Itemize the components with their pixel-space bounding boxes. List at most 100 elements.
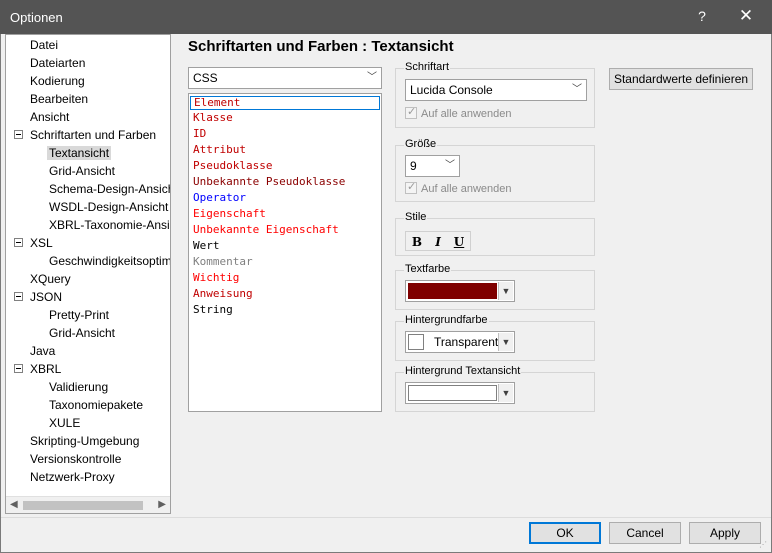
window-title: Optionen [10,10,63,25]
tree-item[interactable]: Dateiarten [6,54,170,72]
tree-item-label: Dateiarten [30,56,86,70]
tree-item-label: Grid-Ansicht [49,326,116,340]
scroll-right-icon[interactable]: ▶ [158,499,166,510]
italic-button[interactable]: I [429,234,447,250]
syntax-element-item[interactable]: Element [190,96,380,110]
tree-item-label: Schema-Design-Ansicht [49,182,171,196]
close-icon[interactable]: ✕ [736,6,756,26]
tree-item[interactable]: Grid-Ansicht [6,324,170,342]
help-icon[interactable]: ? [692,8,712,24]
syntax-element-item[interactable]: Operator [189,190,381,206]
tree-item[interactable]: WSDL-Design-Ansicht [6,198,170,216]
tree-item[interactable]: XULE [6,414,170,432]
tree-item[interactable]: XBRL [6,360,170,378]
tree-item-label: Kodierung [30,74,85,88]
tree-item[interactable]: Schriftarten und Farben [6,126,170,144]
syntax-element-item[interactable]: Pseudoklasse [189,158,381,174]
syntax-element-item[interactable]: Unbekannte Pseudoklasse [189,174,381,190]
font-select[interactable]: Lucida Console ﹀ [405,79,587,101]
tree-item[interactable]: Schema-Design-Ansicht [6,180,171,198]
tree-item[interactable]: Grid-Ansicht [6,162,170,180]
tree-item-label: Schriftarten und Farben [30,128,157,142]
syntax-element-item[interactable]: Kommentar [189,254,381,270]
collapse-icon[interactable] [14,292,23,301]
bg-color-picker[interactable]: Transparent ▼ [405,331,515,353]
bg-color-swatch [408,334,424,350]
font-apply-all-label: Auf alle anwenden [421,108,512,120]
font-group-label: Schriftart [404,61,451,73]
language-select[interactable]: CSS ﹀ [188,67,382,89]
scroll-thumb[interactable] [23,501,143,510]
cancel-button[interactable]: Cancel [609,522,681,544]
tree-item[interactable]: XSL [6,234,170,252]
font-select-value: Lucida Console [410,83,493,97]
tree-item[interactable]: Datei [6,36,170,54]
title-bar: Optionen ? ✕ [0,0,772,34]
page-title: Schriftarten und Farben : Textansicht [188,38,454,55]
tree-item[interactable]: Netzwerk-Proxy [6,468,170,486]
tree-item[interactable]: Pretty-Print [6,306,170,324]
size-group-label: Größe [404,138,438,150]
collapse-icon[interactable] [14,130,23,139]
tree-items: Datei Dateiarten Kodierung Bearbeiten Ansich… [6,36,171,486]
apply-button[interactable]: Apply [689,522,761,544]
underline-button[interactable]: U [450,234,468,250]
tree-item[interactable]: Skripting-Umgebung [6,432,170,450]
tree-item-label: Skripting-Umgebung [30,434,140,448]
tree-item-label: XBRL [30,362,62,376]
checkbox-icon [405,180,417,194]
syntax-element-item[interactable]: Wert [189,238,381,254]
checkbox-icon [405,105,417,119]
tree-item-label: Netzwerk-Proxy [30,470,115,484]
size-select[interactable]: 9 ﹀ [405,155,460,177]
tree-item[interactable]: Textansicht [6,144,170,162]
tree-item[interactable]: Ansicht [6,108,170,126]
resize-grip-icon[interactable]: ⋰ [759,540,769,550]
bg-textview-color-picker[interactable]: ▼ [405,382,515,404]
tree-item-label: Pretty-Print [49,308,110,322]
chevron-down-icon: ﹀ [367,72,377,83]
syntax-element-list[interactable]: Element Klasse ID Attribut Pseudoklasse Unbek… [188,93,382,412]
tree-item[interactable]: JSON [6,288,170,306]
bold-button[interactable]: B [408,234,426,250]
chevron-down-icon[interactable]: ▼ [498,333,513,351]
tree-item[interactable]: Java [6,342,170,360]
tree-item[interactable]: Versionskontrolle [6,450,170,468]
collapse-icon[interactable] [14,364,23,373]
scroll-left-icon[interactable]: ◀ [10,499,18,510]
syntax-element-item[interactable]: Anweisung [189,286,381,302]
tree-item-label: Java [30,344,56,358]
syntax-element-item[interactable]: ID [189,126,381,142]
options-tree[interactable]: Datei Dateiarten Kodierung Bearbeiten Ansich… [5,34,171,514]
syntax-element-item[interactable]: Eigenschaft [189,206,381,222]
tree-item-label: XQuery [30,272,71,286]
syntax-element-item[interactable]: Wichtig [189,270,381,286]
font-apply-all-checkbox[interactable]: Auf alle anwenden [405,105,512,120]
language-select-value: CSS [193,71,218,85]
syntax-element-item[interactable]: Attribut [189,142,381,158]
reset-defaults-button[interactable]: Standardwerte definieren [609,68,753,90]
size-apply-all-checkbox[interactable]: Auf alle anwenden [405,180,512,195]
tree-item[interactable]: Kodierung [6,72,170,90]
tree-item-label: Geschwindigkeitsoptimierungen [49,254,171,268]
tree-item-label: JSON [30,290,63,304]
tree-item[interactable]: Geschwindigkeitsoptimierungen [6,252,171,270]
syntax-element-item[interactable]: Unbekannte Eigenschaft [189,222,381,238]
tree-item[interactable]: Validierung [6,378,170,396]
collapse-icon[interactable] [14,238,23,247]
bg-textview-color-swatch [408,385,497,401]
syntax-element-item[interactable]: String [189,302,381,318]
text-color-picker[interactable]: ▼ [405,280,515,302]
tree-item[interactable]: XBRL-Taxonomie-Ansicht [6,216,170,234]
options-dialog: Datei Dateiarten Kodierung Bearbeiten Ansich… [0,34,772,553]
tree-item[interactable]: XQuery [6,270,170,288]
tree-item[interactable]: Taxonomiepakete [6,396,170,414]
chevron-down-icon[interactable]: ▼ [498,384,513,402]
chevron-down-icon[interactable]: ▼ [498,282,513,300]
ok-button[interactable]: OK [529,522,601,544]
tree-item-label: Datei [30,38,59,52]
tree-item[interactable]: Bearbeiten [6,90,170,108]
syntax-element-item[interactable]: Klasse [189,110,381,126]
size-apply-all-label: Auf alle anwenden [421,183,512,195]
tree-horizontal-scrollbar[interactable]: ◀ ▶ [6,496,170,513]
